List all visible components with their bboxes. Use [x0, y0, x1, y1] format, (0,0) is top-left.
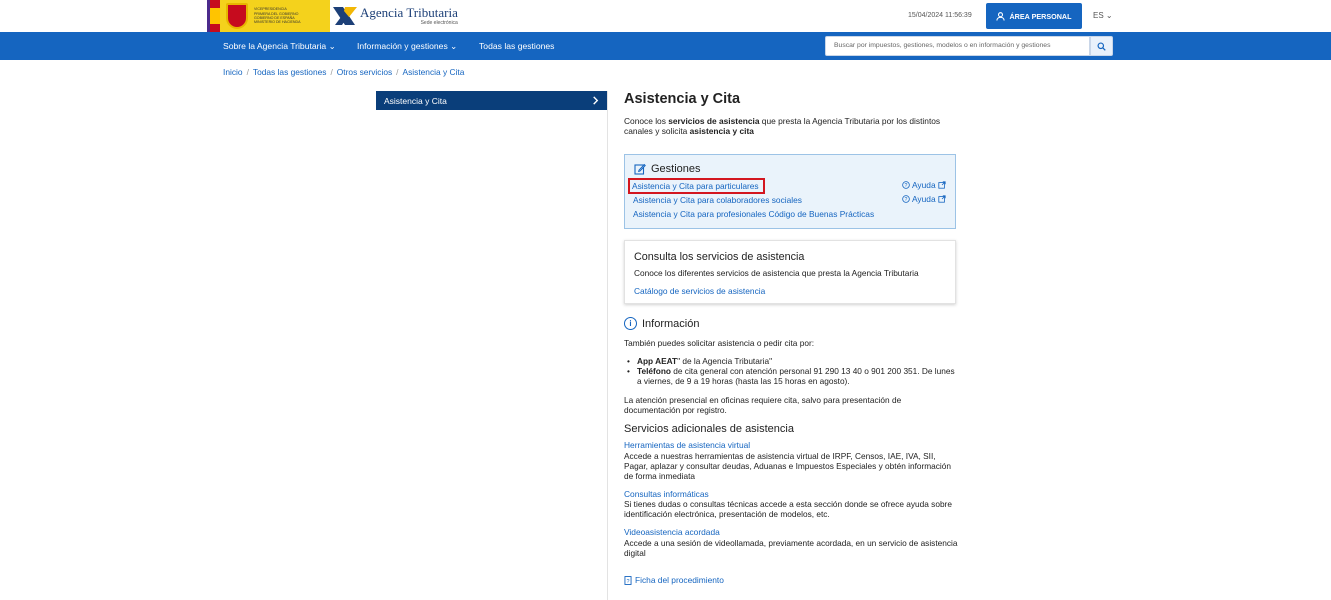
- chevron-down-icon: ⌄: [328, 41, 336, 51]
- breadcrumb-todas-gestiones[interactable]: Todas las gestiones: [253, 67, 327, 77]
- help-icon: ?: [902, 195, 910, 203]
- ayuda-link-colaboradores[interactable]: ? Ayuda: [902, 194, 946, 204]
- servicios-adicionales-title: Servicios adicionales de asistencia: [624, 423, 794, 435]
- chevron-right-icon: [593, 96, 599, 105]
- breadcrumb-asistencia-cita[interactable]: Asistencia y Cita: [403, 67, 465, 77]
- breadcrumb-otros-servicios[interactable]: Otros servicios: [337, 67, 392, 77]
- videoasistencia-description: Accede a una sesión de videollamada, pre…: [624, 538, 958, 559]
- info-paragraph-2: La atención presencial en oficinas requi…: [624, 395, 902, 416]
- svg-text:?: ?: [627, 578, 630, 584]
- flag-stripe: [207, 0, 220, 32]
- site-header: Vicepresidencia Primera del Gobierno Gob…: [0, 0, 1331, 32]
- agency-name: Agencia Tributaria: [360, 4, 458, 20]
- card-description: Conoce los diferentes servicios de asist…: [634, 268, 919, 278]
- search-input[interactable]: Buscar por impuestos, gestiones, modelos…: [825, 36, 1090, 56]
- government-text: Vicepresidencia Primera del Gobierno Gob…: [254, 7, 301, 25]
- area-personal-button[interactable]: ÁREA PERSONAL: [986, 3, 1082, 29]
- link-consultas-informaticas[interactable]: Consultas informáticas: [624, 489, 709, 499]
- herramientas-description: Accede a nuestras herramientas de asiste…: [624, 451, 952, 482]
- agency-subtitle: Sede electrónica: [420, 19, 458, 26]
- side-menu-asistencia-cita[interactable]: Asistencia y Cita: [376, 91, 607, 110]
- edit-icon: [634, 163, 646, 175]
- breadcrumb: Inicio / Todas las gestiones / Otros servici…: [223, 67, 465, 77]
- svg-text:?: ?: [905, 183, 908, 189]
- list-item: App AEAT" de la Agencia Tributaria": [627, 356, 957, 366]
- user-icon: [996, 11, 1006, 21]
- link-asistencia-profesionales[interactable]: Asistencia y Cita para profesionales Cód…: [633, 209, 874, 219]
- divider: [607, 91, 608, 600]
- language-selector[interactable]: ES ⌄: [1093, 11, 1113, 20]
- svg-text:?: ?: [905, 197, 908, 203]
- intro-text: Conoce los servicios de asistencia que p…: [624, 116, 941, 137]
- informacion-heading: i Información: [624, 317, 699, 330]
- chevron-down-icon: ⌄: [1105, 11, 1113, 20]
- link-videoasistencia[interactable]: Videoasistencia acordada: [624, 527, 720, 537]
- agency-logo[interactable]: Agencia Tributaria Sede electrónica: [333, 5, 458, 27]
- main-content: Asistencia y Cita Conoce los servicios d…: [624, 91, 958, 137]
- agency-mark-icon: [333, 5, 357, 27]
- card-title: Consulta los servicios de asistencia: [634, 251, 805, 263]
- coat-of-arms-icon: [226, 3, 248, 29]
- help-icon: ?: [902, 181, 910, 189]
- info-icon: i: [624, 317, 637, 330]
- info-paragraph-1: También puedes solicitar asistencia o pe…: [624, 338, 815, 348]
- government-logo[interactable]: Vicepresidencia Primera del Gobierno Gob…: [207, 0, 330, 32]
- link-herramientas-asistencia-virtual[interactable]: Herramientas de asistencia virtual: [624, 440, 750, 450]
- external-link-icon: [938, 181, 946, 189]
- breadcrumb-inicio[interactable]: Inicio: [223, 67, 243, 77]
- search-button[interactable]: [1090, 36, 1113, 56]
- gestiones-box: Gestiones Asistencia y Cita para particu…: [624, 154, 956, 229]
- nav-sobre-agencia[interactable]: Sobre la Agencia Tributaria ⌄: [223, 41, 336, 52]
- search-icon: [1097, 41, 1106, 51]
- document-icon: ?: [624, 575, 632, 585]
- external-link-icon: [938, 195, 946, 203]
- info-bullet-list: App AEAT" de la Agencia Tributaria" Telé…: [627, 356, 957, 387]
- chevron-down-icon: ⌄: [450, 41, 458, 51]
- link-asistencia-colaboradores[interactable]: Asistencia y Cita para colaboradores soc…: [633, 195, 802, 205]
- ficha-procedimiento-link[interactable]: ? Ficha del procedimiento: [624, 575, 724, 585]
- page-title: Asistencia y Cita: [624, 91, 741, 107]
- list-item: Teléfono de cita general con atención pe…: [627, 366, 957, 386]
- nav-todas-gestiones[interactable]: Todas las gestiones: [479, 41, 554, 51]
- consulta-servicios-card: Consulta los servicios de asistencia Con…: [624, 240, 956, 304]
- gestiones-title: Gestiones: [634, 163, 701, 175]
- area-personal-label: ÁREA PERSONAL: [1009, 11, 1072, 21]
- link-catalogo-servicios[interactable]: Catálogo de servicios de asistencia: [634, 286, 765, 296]
- timestamp: 15/04/2024 11:56:39: [908, 12, 972, 19]
- ayuda-link-particulares[interactable]: ? Ayuda: [902, 180, 946, 190]
- nav-informacion-gestiones[interactable]: Información y gestiones ⌄: [357, 41, 457, 52]
- link-asistencia-particulares[interactable]: Asistencia y Cita para particulares: [628, 178, 765, 194]
- main-nav: Sobre la Agencia Tributaria ⌄ Informació…: [0, 32, 1331, 60]
- consultas-description: Si tienes dudas o consultas técnicas acc…: [624, 499, 952, 520]
